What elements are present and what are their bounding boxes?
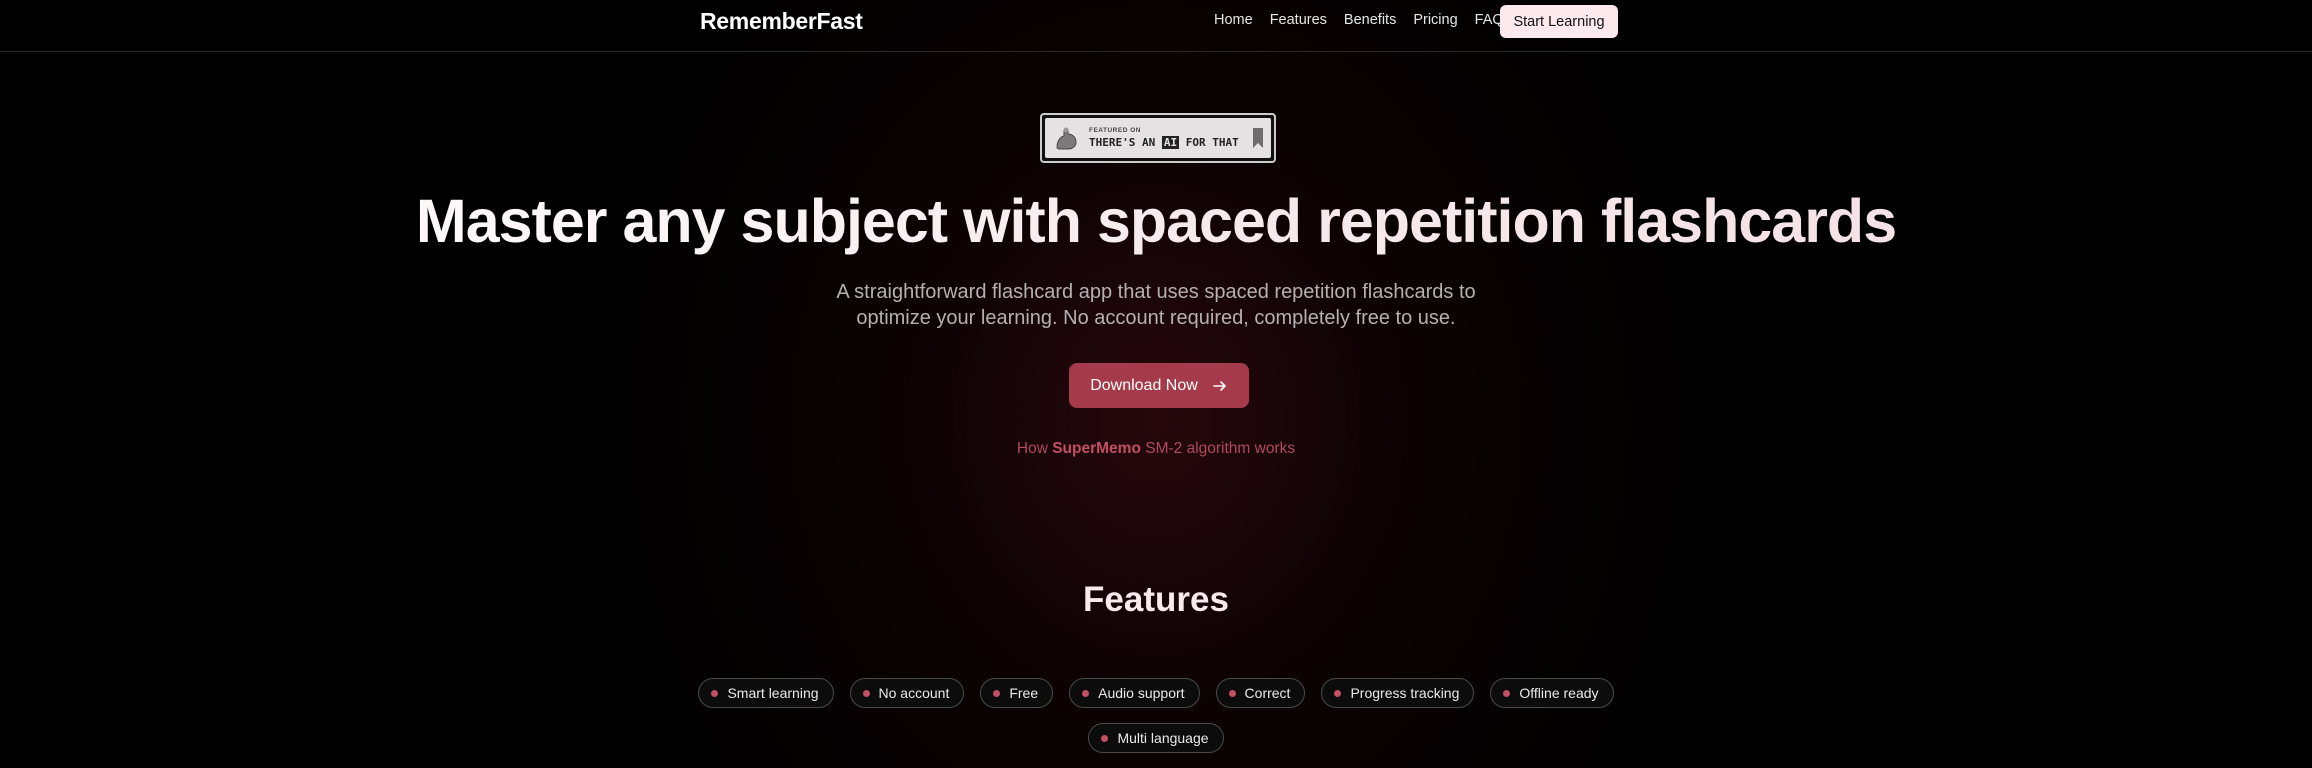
badge-text-pre: THERE'S AN	[1089, 136, 1156, 150]
feature-tag: Smart learning	[698, 678, 834, 708]
feature-tag: Correct	[1215, 678, 1306, 708]
hero-title: Master any subject with spaced repetitio…	[0, 186, 2312, 256]
how-suffix: SM-2 algorithm works	[1145, 440, 1296, 457]
featured-badge[interactable]: FEATURED ON THERE'S AN AI FOR THAT	[1040, 113, 1276, 163]
featured-badge-text: FEATURED ON THERE'S AN AI FOR THAT	[1089, 126, 1245, 150]
download-now-label: Download Now	[1090, 376, 1198, 394]
feature-tag: Multi language	[1088, 723, 1224, 753]
feature-tag-label: Multi language	[1117, 730, 1209, 746]
feature-tag-label: Audio support	[1098, 685, 1185, 701]
feature-tag-label: Smart learning	[727, 685, 819, 701]
how-prefix: How	[1016, 440, 1048, 457]
featured-badge-inner: FEATURED ON THERE'S AN AI FOR THAT	[1045, 118, 1271, 158]
start-learning-button[interactable]: Start Learning	[1500, 5, 1618, 38]
brand-logo[interactable]: RememberFast	[700, 8, 863, 35]
nav-link-home[interactable]: Home	[1214, 12, 1253, 28]
featured-on-label: FEATURED ON	[1089, 126, 1141, 134]
feature-tag-label: Free	[1009, 685, 1039, 701]
theres-an-ai-label: THERE'S AN AI FOR THAT	[1089, 136, 1245, 150]
dot-icon	[1228, 689, 1236, 697]
feature-tag: No account	[849, 678, 965, 708]
dot-icon	[1082, 689, 1090, 697]
feature-tag-label: No account	[878, 685, 950, 701]
dot-icon	[862, 689, 870, 697]
top-navbar: RememberFast Home Features Benefits Pric…	[0, 0, 2312, 52]
nav-links: Home Features Benefits Pricing FAQ	[1214, 12, 1504, 28]
dot-icon	[1503, 689, 1511, 697]
feature-tags: Smart learning No account Free Audio sup…	[680, 678, 1632, 753]
feature-tag-label: Correct	[1244, 685, 1291, 701]
flexed-arm-icon	[1056, 127, 1077, 150]
dot-icon	[993, 689, 1001, 697]
features-heading: Features	[1083, 580, 1229, 619]
sm2-algorithm-link[interactable]: How SuperMemo SM-2 algorithm works	[0, 440, 2312, 458]
badge-text-post: FOR THAT	[1185, 136, 1239, 150]
hero-subtitle: A straightforward flashcard app that use…	[836, 281, 1476, 329]
arrow-right-icon	[1212, 380, 1226, 391]
landing-page: RememberFast Home Features Benefits Pric…	[0, 0, 2312, 768]
feature-tag: Free	[980, 678, 1054, 708]
feature-tag-label: Progress tracking	[1350, 685, 1460, 701]
dot-icon	[1334, 689, 1342, 697]
how-bold: SuperMemo	[1052, 440, 1141, 457]
feature-tag: Progress tracking	[1321, 678, 1475, 708]
dot-icon	[711, 689, 719, 697]
nav-link-benefits[interactable]: Benefits	[1344, 12, 1396, 28]
badge-text-ai: AI	[1161, 136, 1180, 150]
nav-link-features[interactable]: Features	[1270, 12, 1327, 28]
nav-link-pricing[interactable]: Pricing	[1413, 12, 1457, 28]
download-now-button[interactable]: Download Now	[1069, 363, 1249, 408]
bookmark-icon	[1253, 128, 1263, 148]
feature-tag-label: Offline ready	[1519, 685, 1599, 701]
dot-icon	[1101, 734, 1109, 742]
feature-tag: Audio support	[1069, 678, 1200, 708]
feature-tag: Offline ready	[1490, 678, 1614, 708]
